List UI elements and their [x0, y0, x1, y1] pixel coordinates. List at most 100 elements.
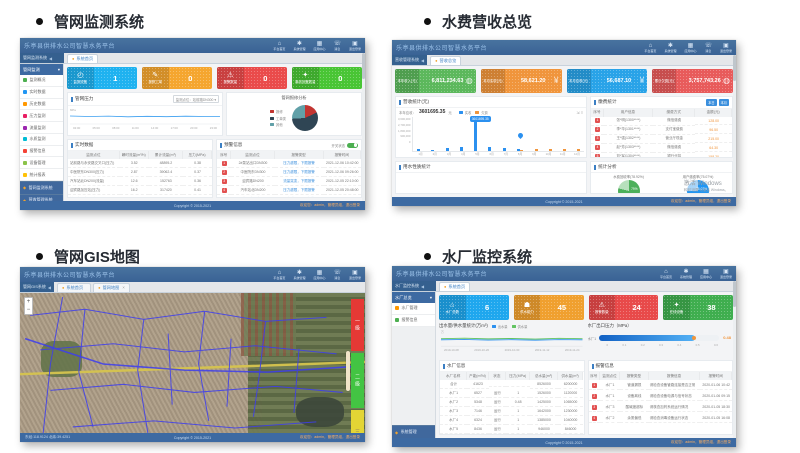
sidebar-item[interactable]: 报警信息	[20, 146, 63, 158]
table-row[interactable]: 合计 41623 8526000 6200000	[440, 380, 584, 389]
table-row[interactable]: 汽车站北DN200(流量) 12.6 152763 0.36	[68, 177, 212, 186]
sidebar-item[interactable]: 监测概况	[20, 75, 63, 87]
sidebar-item[interactable]: 设备管理	[20, 157, 63, 169]
table-row[interactable]: 1 2#泵站出口DN300 压力越限，下限报警 2021-12-06 10:42…	[217, 159, 361, 168]
nav-item[interactable]: ▣ 退出登录	[349, 41, 361, 51]
nav-item[interactable]: ⌂ 平台首页	[660, 269, 672, 279]
stat-card[interactable]: ☗ 供水能力 45	[514, 295, 584, 320]
stat-card[interactable]: 累计欠费(元) 3,757,743.26 ◍	[652, 69, 733, 93]
monitor-point-select[interactable]: 监测点位：站前路DN300 ▾	[173, 95, 219, 103]
table-row[interactable]: 迎宾路加压站(压力) 16.2 317420 0.41	[68, 186, 212, 195]
level-2-button[interactable]: 二级	[351, 353, 364, 408]
stat-card[interactable]: ⚠ 报警数量 24	[589, 295, 659, 320]
rate-pie-chart[interactable]: 79%	[618, 180, 640, 194]
table-row[interactable]: 5 第三水厂出口 压力越限，下限报警 2021-12-05 18:33:00	[217, 195, 361, 197]
zoom-out-button[interactable]: −	[27, 306, 31, 314]
tab-revenue[interactable]: ● 营收总览	[430, 56, 461, 66]
gis-map-canvas[interactable]: + − 一级 二级 三级	[20, 293, 365, 433]
module-switcher[interactable]: 管网GIS系统 ◀	[20, 282, 54, 292]
legend-item[interactable]: 工单类	[270, 116, 286, 121]
table-row[interactable]: 4 汽车站北DN200 压力越限，下限报警 2021-12-05 20:48:0…	[217, 186, 361, 195]
legend-item[interactable]: 其他	[270, 122, 283, 127]
nav-item[interactable]: ✱ 系统管理	[680, 269, 692, 279]
nav-item[interactable]: ▣ 退出登录	[720, 43, 732, 53]
table-row[interactable]: 水厂4 6324 运行 1 1385000 1040000	[440, 416, 584, 425]
stat-card[interactable]: ✦ 离线设备数量 0	[292, 67, 362, 89]
nav-item[interactable]: ⌂ 平台首页	[644, 43, 656, 53]
table-row[interactable]: 水厂3 7146 运行 1 1642000 1230000	[440, 407, 584, 416]
legend-item[interactable]: 欠费	[475, 110, 488, 115]
stat-card[interactable]: 本月实收(元) 58,621.20 ¥	[481, 69, 562, 93]
pressure-gauge[interactable]: 0.48	[599, 335, 719, 341]
user-status[interactable]: 欢迎您：admin，管理员组，退出登录	[300, 435, 360, 440]
user-status[interactable]: 欢迎您：admin，管理员组，退出登录	[300, 203, 360, 208]
sidebar-item[interactable]: 水厂管理	[392, 303, 435, 315]
table-row[interactable]: 3 迎宾路DN200 流量突变，下限报警 2021-12-05 22:10:00	[217, 177, 361, 186]
bar-group[interactable]: 4月	[456, 117, 470, 151]
map-scrollbar[interactable]	[346, 351, 350, 391]
nav-item[interactable]: ▣ 退出登录	[349, 270, 361, 280]
bar-group[interactable]: 10月	[541, 117, 555, 151]
table-row[interactable]: 3 王*强(1302****) 营业厅现金 215.00	[591, 135, 732, 144]
tab-close-icon[interactable]: ×	[122, 285, 124, 290]
table-row[interactable]: 第三水厂出口(流量) 19.8 69847 0.45	[68, 195, 212, 197]
stat-card[interactable]: 本月应收(元) 56,687.10 ¥	[567, 69, 648, 93]
sidebar-system-item[interactable]: ◆ 管网监测系统	[20, 181, 63, 194]
module-switcher[interactable]: 营收管理系统 ◀	[392, 55, 427, 65]
legend-item[interactable]: 报修	[270, 109, 283, 114]
level-3-button[interactable]: 三级	[351, 410, 364, 433]
legend-item[interactable]: 供水量	[512, 324, 528, 329]
nav-item[interactable]: ☏ 消息	[333, 41, 341, 51]
alarm-toggle[interactable]	[347, 143, 358, 148]
repair-pie-chart[interactable]	[292, 105, 318, 131]
user-status[interactable]: 欢迎您：admin，管理员组，退出登录	[671, 199, 731, 204]
nav-item[interactable]: ⌂ 平台首页	[273, 41, 285, 51]
sidebar-item[interactable]: 压力监测	[20, 110, 63, 122]
table-row[interactable]: 中医院东DN300(压力) 2.87 39062.4 0.37	[68, 168, 212, 177]
bar-group[interactable]: 2月	[428, 117, 442, 151]
zoom-in-button[interactable]: +	[27, 298, 31, 306]
chart-tools-icon[interactable]: ⇲ ≡	[576, 110, 583, 115]
scrollbar[interactable]	[733, 281, 736, 438]
bar-group[interactable]: 1月	[413, 117, 427, 151]
table-row[interactable]: 2 李*华(1301****) 支付宝缴费 96.50	[591, 126, 732, 135]
table-row[interactable]: 3 水厂3 酸碱度超标 请核查加药系统运行情况 2020-01-05 18:30	[589, 402, 733, 413]
sidebar-head[interactable]: 水厂总览 ▾	[392, 292, 435, 303]
nav-item[interactable]: ☏ 消息	[333, 270, 341, 280]
module-switcher[interactable]: 管网监测系统 ◀	[20, 53, 64, 63]
bar-group[interactable]: 9月	[527, 117, 541, 151]
table-row[interactable]: 站前路与永安路交叉口(压力) 3.52 48895.2 0.38	[68, 159, 212, 168]
bar-group[interactable]: 6月	[485, 117, 499, 151]
nav-item[interactable]: ▦ 应用中心	[684, 43, 696, 53]
table-row[interactable]: 4 水厂2 余氯偏低 请检查消毒设备运行状态 2020-01-05 16:08	[589, 413, 733, 424]
tab[interactable]: ● 管网地图 ×	[93, 283, 130, 293]
stat-card[interactable]: ⌂ 水厂总数 6	[439, 295, 509, 320]
table-row[interactable]: 1 张*明(1300****) 微信缴费 128.00	[591, 117, 732, 126]
table-row[interactable]: 水厂2 5348 运行 0.48 1425000 1065000	[440, 398, 584, 407]
stat-card[interactable]: ◴ 监测设备 1	[67, 67, 137, 89]
revenue-bar-chart[interactable]: 3601695.35 1月	[412, 117, 584, 152]
map-zoom-control[interactable]: + −	[24, 297, 33, 315]
table-row[interactable]: 5 刘*军(1304****) 银行代扣 158.20	[591, 153, 732, 157]
stat-card[interactable]: ✎ 报修工单 0	[142, 67, 212, 89]
sidebar-item[interactable]: 统计报表	[20, 169, 63, 181]
table-row[interactable]: 2 水厂1 设备离线 请检查设备电源与信号状态 2020-01-06 09:15	[589, 391, 733, 402]
bar-group[interactable]: 11月	[556, 117, 570, 151]
table-row[interactable]: 4 赵*芳(1303****) 微信缴费 64.30	[591, 144, 732, 153]
scrollbar[interactable]	[733, 55, 736, 197]
legend-item[interactable]: 实收	[459, 110, 472, 115]
nav-item[interactable]: ▦ 应用中心	[313, 270, 325, 280]
nav-item[interactable]: ✱ 系统管理	[293, 41, 305, 51]
tab-home[interactable]: ● 系统首页	[67, 54, 98, 64]
tab[interactable]: ● 系统首页	[57, 283, 91, 293]
stat-card[interactable]: 本年收入(元) 6,811,234.63 ◍	[395, 69, 476, 93]
nav-item[interactable]: ✱ 系统管理	[664, 43, 676, 53]
sidebar-item[interactable]: 水质监测	[20, 134, 63, 146]
nav-item[interactable]: ▦ 应用中心	[700, 269, 712, 279]
user-status[interactable]: 欢迎您：admin，管理员组，退出登录	[671, 440, 731, 445]
stat-card[interactable]: ✦ 在线设备 38	[663, 295, 733, 320]
sidebar-item[interactable]: 报警信息	[392, 315, 435, 327]
nav-item[interactable]: ⌂ 平台首页	[273, 270, 285, 280]
bar-group[interactable]: 3月	[442, 117, 456, 151]
range-button[interactable]: 本月	[719, 99, 729, 106]
